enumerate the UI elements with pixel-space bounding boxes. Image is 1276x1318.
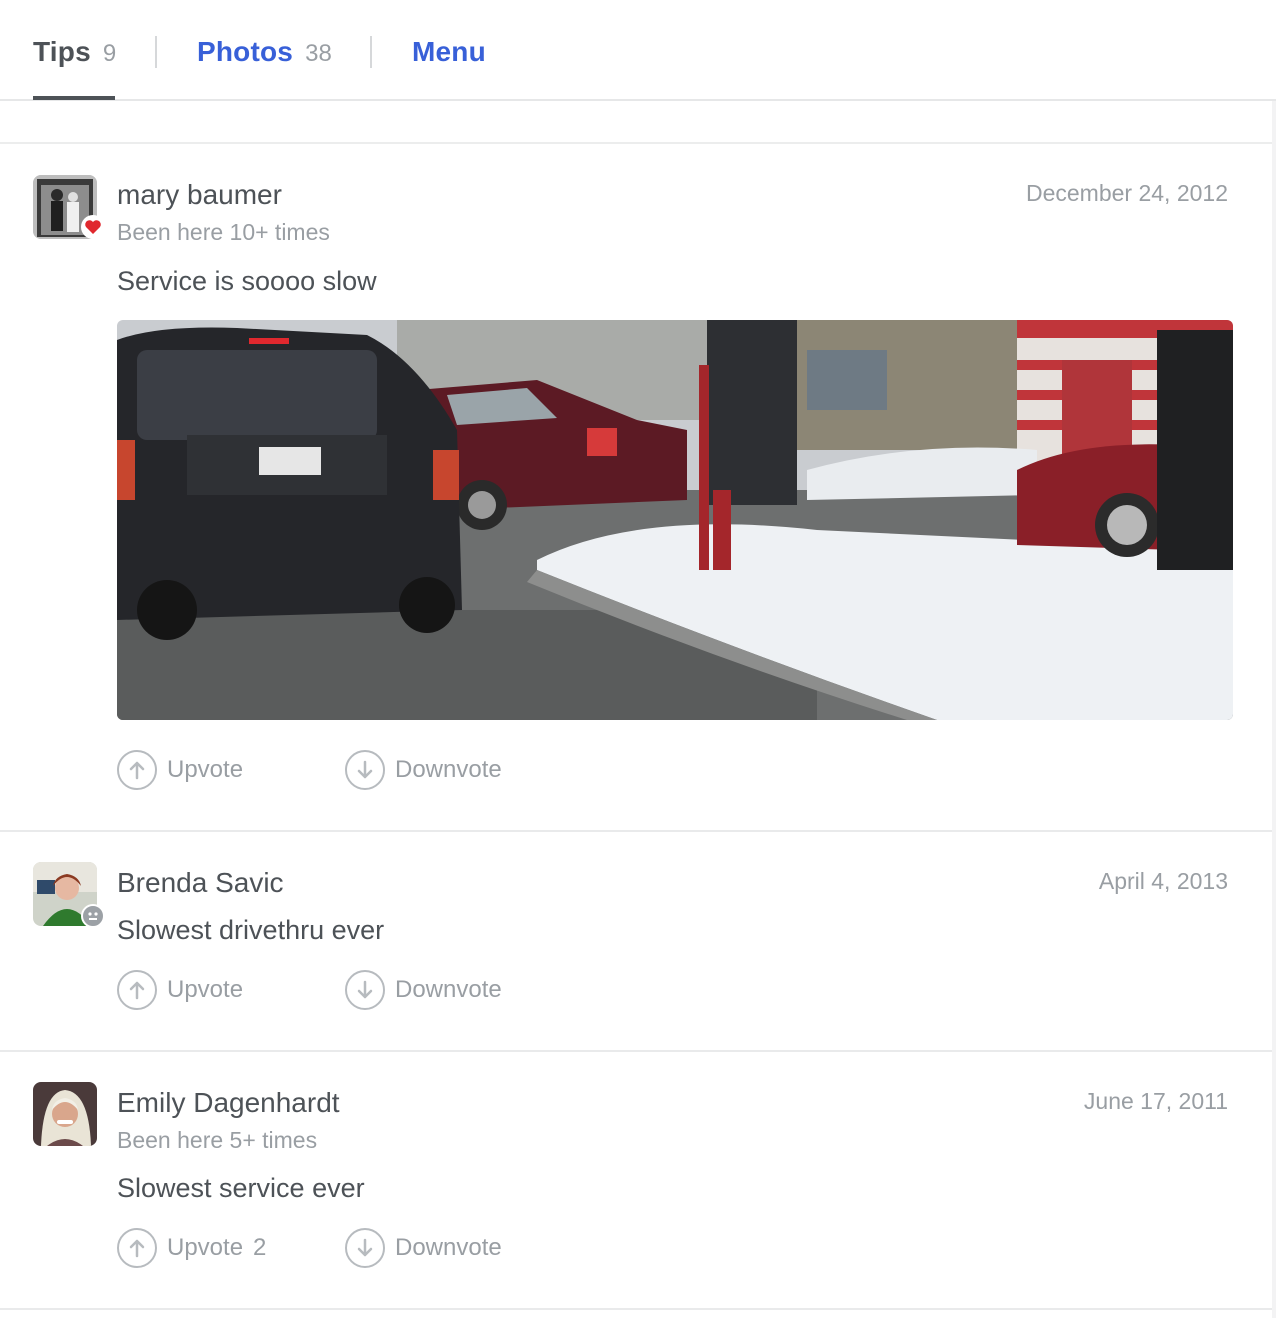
neutral-face-icon [81,904,105,928]
user-avatar[interactable] [33,1082,97,1146]
downvote-label: Downvote [395,756,502,783]
arrow-up-icon [117,970,157,1010]
tab-photos[interactable]: Photos 38 [197,36,332,70]
downvote-button[interactable]: Downvote [345,1228,502,1268]
tip-item: Brenda Savic April 4, 2013 Slowest drive… [0,832,1272,1050]
arrow-down-icon [345,970,385,1010]
arrow-up-icon [117,750,157,790]
upvote-label: Upvote [167,976,244,1003]
visit-count: Been here 5+ times [117,1127,318,1153]
tip-date: April 4, 2013 [1098,868,1228,894]
author-name[interactable]: Emily Dagenhardt [117,1087,340,1119]
tab-tips[interactable]: Tips 9 [33,36,116,70]
author-name[interactable]: mary baumer [117,179,282,211]
upvote-label: Upvote [167,756,244,783]
arrow-up-icon [117,1228,157,1268]
heart-icon [81,215,105,239]
tab-bar: Tips 9 Photos 38 Menu [0,0,1276,101]
tab-photos-label: Photos [197,36,294,67]
downvote-label: Downvote [395,976,502,1003]
downvote-label: Downvote [395,1234,502,1261]
author-name[interactable]: Brenda Savic [117,867,284,899]
arrow-down-icon [345,750,385,790]
tab-tips-label: Tips [33,36,91,67]
upvote-button[interactable]: Upvote [117,970,253,1010]
arrow-down-icon [345,1228,385,1268]
tab-photos-count: 38 [305,40,332,67]
tab-menu[interactable]: Menu [412,36,486,70]
tab-separator [155,36,157,68]
downvote-button[interactable]: Downvote [345,750,502,790]
tab-separator [370,36,372,68]
tip-text: Slowest service ever [117,1173,365,1203]
tip-text: Service is soooo slow [117,266,377,296]
tip-photo[interactable] [117,320,1233,720]
downvote-button[interactable]: Downvote [345,970,502,1010]
visit-count: Been here 10+ times [117,219,330,245]
tip-date: June 17, 2011 [1083,1088,1228,1114]
tab-tips-count: 9 [102,40,117,67]
upvote-count: 2 [253,1234,267,1261]
tip-date: December 24, 2012 [1025,180,1228,206]
scroll-edge [1272,101,1276,1318]
upvote-button[interactable]: Upvote [117,750,253,790]
tip-item: Emily Dagenhardt Been here 5+ times June… [0,1052,1272,1308]
tab-menu-label: Menu [412,36,486,67]
tip-text: Slowest drivethru ever [117,915,385,945]
upvote-button[interactable]: Upvote 2 [117,1228,266,1268]
upvote-label: Upvote [167,1234,244,1261]
tip-divider [0,1308,1272,1310]
tip-item: mary baumer Been here 10+ times December… [0,144,1272,830]
active-tab-indicator [33,96,115,100]
